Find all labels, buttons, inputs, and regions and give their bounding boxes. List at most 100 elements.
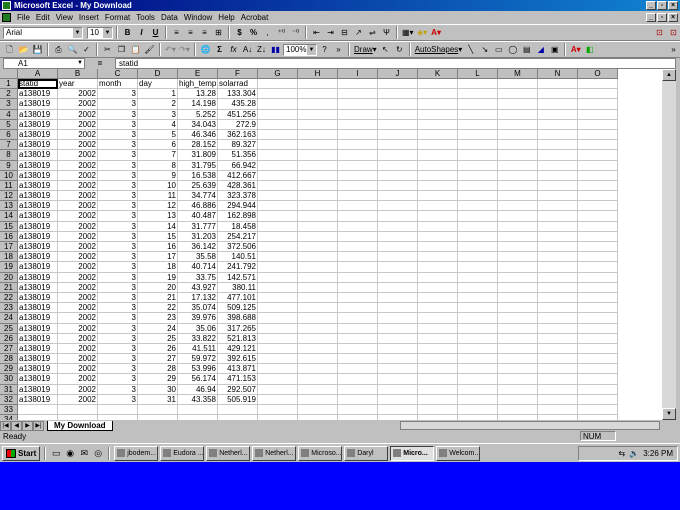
cell[interactable] [378,374,418,385]
cell[interactable] [498,89,538,100]
cell[interactable]: 35.06 [178,323,218,334]
cell[interactable] [458,201,498,212]
cell[interactable] [378,303,418,314]
borders-icon[interactable]: ▦▾ [401,26,415,39]
cell[interactable] [458,109,498,120]
font-name-select[interactable]: Arial ▼ [3,26,83,39]
row-header[interactable]: 21 [0,282,18,293]
cell[interactable] [298,384,338,395]
cell[interactable]: 22 [138,303,178,314]
menu-file[interactable]: File [14,13,33,22]
cell[interactable] [338,405,378,416]
cell[interactable] [538,140,578,151]
cell[interactable] [498,354,538,365]
cell[interactable]: 3 [98,150,138,161]
column-header-f[interactable]: F [218,69,258,79]
cell[interactable] [338,354,378,365]
acrobat-pdf-mail-icon[interactable]: ⊡ [667,26,680,39]
cell[interactable] [378,231,418,242]
cell[interactable] [418,99,458,110]
cell[interactable]: 162.898 [218,211,258,222]
cell[interactable] [578,303,618,314]
redo-icon[interactable]: ↷▾ [178,43,191,56]
cell[interactable]: 505.919 [218,394,258,405]
column-header-o[interactable]: O [578,69,618,79]
cell[interactable] [578,79,618,90]
cell[interactable]: 241.792 [218,262,258,273]
cell[interactable] [578,272,618,283]
cell[interactable] [258,109,298,120]
menu-window[interactable]: Window [181,13,215,22]
cell[interactable] [498,170,538,181]
cell[interactable] [538,323,578,334]
taskbar-button[interactable]: Netherl... [206,445,251,461]
cell[interactable] [578,99,618,110]
cell[interactable]: 35.074 [178,303,218,314]
cell[interactable] [458,252,498,263]
cell[interactable]: 477.101 [218,292,258,304]
cell[interactable] [338,252,378,263]
row-header[interactable]: 2 [0,89,18,100]
cell[interactable] [378,201,418,212]
print-preview-icon[interactable]: 🔍 [66,43,79,56]
select-objects-icon[interactable]: ↖ [379,43,392,56]
cell[interactable]: a138019 [18,242,58,253]
cell[interactable] [498,99,538,110]
cell[interactable] [538,374,578,385]
cell[interactable] [538,221,578,232]
doc-minimize-button[interactable]: _ [646,13,656,22]
column-header-i[interactable]: I [338,69,378,79]
cell[interactable]: 451.256 [218,109,258,120]
cell[interactable] [458,303,498,314]
row-header[interactable]: 29 [0,364,18,375]
row-header[interactable]: 24 [0,313,18,324]
cell[interactable] [498,282,538,293]
cell[interactable] [418,180,458,192]
cell[interactable] [538,191,578,202]
name-box[interactable]: A1 ▼ [3,57,85,69]
cell[interactable]: 429.121 [218,343,258,355]
cell[interactable] [338,282,378,293]
cell[interactable] [498,333,538,344]
cell[interactable] [378,323,418,334]
cell[interactable] [538,292,578,304]
cell[interactable] [578,109,618,120]
cell[interactable]: 435.28 [218,99,258,110]
cell[interactable] [418,231,458,242]
cell[interactable]: 2002 [58,303,98,314]
cell[interactable] [298,140,338,151]
cell[interactable] [498,129,538,141]
cell[interactable]: 39.976 [178,313,218,324]
cell[interactable]: 2002 [58,272,98,283]
cell[interactable]: 18.458 [218,221,258,232]
cell[interactable] [258,180,298,192]
formula-input[interactable]: statid [115,57,676,69]
cell[interactable] [538,282,578,293]
function-icon[interactable]: fx [227,43,240,56]
merge-center-icon[interactable]: ⊞ [212,26,225,39]
row-header[interactable]: 30 [0,374,18,385]
sheet-tab[interactable]: My Download [47,420,113,431]
undo-icon[interactable]: ↶▾ [164,43,177,56]
cell[interactable] [338,374,378,385]
format-painter-icon[interactable]: 🖌 [143,43,156,56]
pivot-icon[interactable]: ⊟ [338,26,351,39]
cell[interactable] [298,272,338,283]
cell[interactable] [498,180,538,192]
row-header[interactable]: 28 [0,354,18,365]
cell[interactable]: 3 [98,292,138,304]
cell[interactable]: 392.615 [218,354,258,365]
cell[interactable] [498,272,538,283]
taskbar-button[interactable]: Netherl... [252,445,297,461]
cell[interactable]: 20 [138,282,178,293]
menu-insert[interactable]: Insert [76,13,102,22]
cell[interactable] [378,89,418,100]
cell[interactable]: a138019 [18,262,58,273]
cell[interactable] [578,384,618,395]
cell[interactable] [458,129,498,141]
cell[interactable]: a138019 [18,191,58,202]
column-header-a[interactable]: A [18,69,58,79]
cell[interactable] [538,79,578,90]
cell[interactable] [298,313,338,324]
row-header[interactable]: 19 [0,262,18,273]
